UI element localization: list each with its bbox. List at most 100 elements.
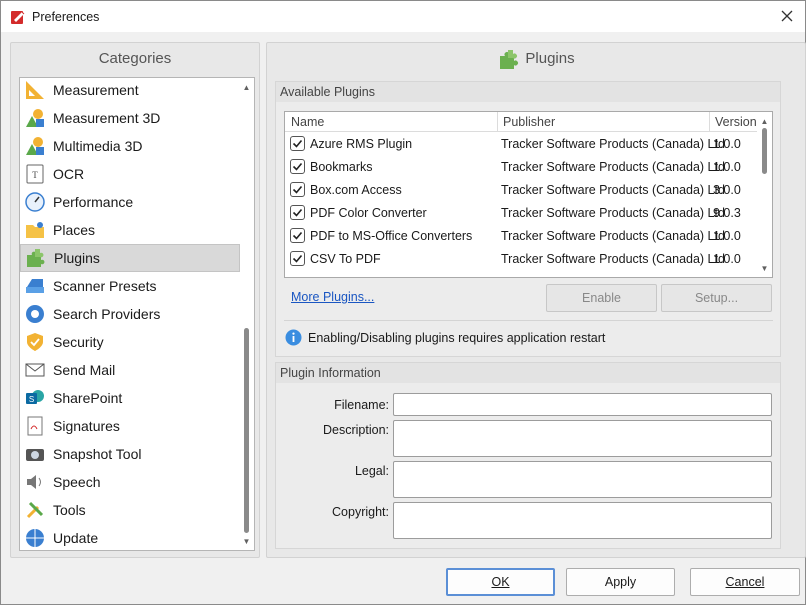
plugin-name: Azure RMS Plugin bbox=[310, 137, 413, 151]
multimedia-3d-icon bbox=[23, 134, 47, 158]
table-row[interactable]: Box.com Access Tracker Software Products … bbox=[285, 179, 758, 202]
scanner-icon bbox=[23, 274, 47, 298]
sidebar-item-update[interactable]: Update bbox=[20, 524, 240, 550]
sidebar-item-label: Scanner Presets bbox=[53, 278, 157, 294]
sidebar-item-tools[interactable]: Tools bbox=[20, 496, 240, 524]
envelope-icon bbox=[23, 358, 47, 382]
sidebar-item-label: Measurement 3D bbox=[53, 110, 161, 126]
table-row[interactable]: PDF Color Converter Tracker Software Prod… bbox=[285, 202, 758, 225]
categories-list[interactable]: ▲ ▼ Measurement Measurement 3D Multimedia … bbox=[19, 77, 255, 551]
ok-button[interactable]: OK bbox=[446, 568, 555, 596]
sidebar-item-label: SharePoint bbox=[53, 390, 123, 406]
plugins-header: Plugins bbox=[267, 43, 805, 74]
scroll-up-icon[interactable]: ▲ bbox=[757, 114, 772, 128]
check-icon bbox=[292, 254, 303, 263]
sidebar-item-label: Measurement bbox=[53, 82, 139, 98]
sidebar-item-label: Signatures bbox=[53, 418, 120, 434]
sharepoint-icon: S bbox=[23, 386, 47, 410]
sidebar-item-snapshot-tool[interactable]: Snapshot Tool bbox=[20, 440, 240, 468]
sidebar-item-measurement-3d[interactable]: Measurement 3D bbox=[20, 104, 240, 132]
plugin-enabled-checkbox[interactable] bbox=[290, 136, 305, 151]
measurement-3d-icon bbox=[23, 106, 47, 130]
column-publisher[interactable]: Publisher bbox=[503, 115, 555, 129]
folder-places-icon bbox=[23, 218, 47, 242]
plugin-information-title: Plugin Information bbox=[276, 363, 780, 383]
app-logo-icon bbox=[10, 9, 26, 25]
description-label: Description: bbox=[323, 423, 389, 437]
sidebar-item-plugins[interactable]: Plugins bbox=[20, 244, 240, 272]
scroll-down-icon[interactable]: ▼ bbox=[757, 261, 772, 275]
restart-notice: Enabling/Disabling plugins requires appl… bbox=[285, 329, 605, 346]
plugin-enabled-checkbox[interactable] bbox=[290, 251, 305, 266]
enable-button[interactable]: Enable bbox=[546, 284, 657, 312]
ok-button-label: OK bbox=[491, 575, 510, 589]
check-icon bbox=[292, 185, 303, 194]
sidebar-item-sharepoint[interactable]: S SharePoint bbox=[20, 384, 240, 412]
cancel-button-label: Cancel bbox=[725, 575, 765, 589]
plugin-publisher: Tracker Software Products (Canada) Ltd bbox=[501, 137, 725, 151]
plugin-publisher: Tracker Software Products (Canada) Ltd bbox=[501, 183, 725, 197]
sidebar-item-label: Search Providers bbox=[53, 306, 161, 322]
plugin-name: PDF to MS-Office Converters bbox=[310, 229, 473, 243]
legal-field[interactable] bbox=[393, 461, 772, 498]
plugin-enabled-checkbox[interactable] bbox=[290, 205, 305, 220]
plugin-enabled-checkbox[interactable] bbox=[290, 159, 305, 174]
filename-field[interactable] bbox=[393, 393, 772, 416]
setup-button[interactable]: Setup... bbox=[661, 284, 772, 312]
ocr-icon: T bbox=[23, 162, 47, 186]
sidebar-item-signatures[interactable]: Signatures bbox=[20, 412, 240, 440]
copyright-label: Copyright: bbox=[332, 505, 389, 519]
table-row[interactable]: PDF to MS-Office Converters Tracker Softw… bbox=[285, 225, 758, 248]
scroll-thumb[interactable] bbox=[244, 328, 249, 533]
scroll-up-icon[interactable]: ▲ bbox=[239, 80, 254, 94]
puzzle-icon bbox=[497, 47, 521, 71]
close-button[interactable] bbox=[777, 6, 797, 26]
plugin-enabled-checkbox[interactable] bbox=[290, 228, 305, 243]
puzzle-icon bbox=[24, 246, 48, 270]
sidebar-item-label: Security bbox=[53, 334, 104, 350]
close-icon bbox=[781, 10, 793, 22]
globe-search-icon bbox=[23, 302, 47, 326]
sidebar-item-search-providers[interactable]: Search Providers bbox=[20, 300, 240, 328]
plugin-version: 3.0.0 bbox=[713, 183, 741, 197]
scroll-thumb[interactable] bbox=[762, 128, 767, 174]
sidebar-item-scanner-presets[interactable]: Scanner Presets bbox=[20, 272, 240, 300]
plugins-list[interactable]: Name Publisher Version Azure RMS Plugin T… bbox=[284, 111, 773, 278]
sidebar-item-security[interactable]: Security bbox=[20, 328, 240, 356]
sidebar-item-places[interactable]: Places bbox=[20, 216, 240, 244]
categories-scrollbar[interactable]: ▲ ▼ bbox=[239, 78, 254, 550]
check-icon bbox=[292, 139, 303, 148]
sidebar-item-multimedia-3d[interactable]: Multimedia 3D bbox=[20, 132, 240, 160]
description-field[interactable] bbox=[393, 420, 772, 457]
table-row[interactable]: Azure RMS Plugin Tracker Software Product… bbox=[285, 133, 758, 156]
cancel-button[interactable]: Cancel bbox=[690, 568, 800, 596]
plugin-name: Box.com Access bbox=[310, 183, 402, 197]
sidebar-item-speech[interactable]: Speech bbox=[20, 468, 240, 496]
plugin-publisher: Tracker Software Products (Canada) Ltd bbox=[501, 160, 725, 174]
column-version[interactable]: Version bbox=[715, 115, 757, 129]
more-plugins-link[interactable]: More Plugins... bbox=[291, 290, 374, 304]
copyright-field[interactable] bbox=[393, 502, 772, 539]
window-title: Preferences bbox=[32, 9, 100, 24]
sidebar-item-label: Performance bbox=[53, 194, 134, 210]
categories-title: Categories bbox=[98, 50, 172, 67]
sidebar-item-ocr[interactable]: T OCR bbox=[20, 160, 240, 188]
sidebar-item-label: Multimedia 3D bbox=[53, 138, 143, 154]
table-row[interactable]: CSV To PDF Tracker Software Products (Can… bbox=[285, 248, 758, 271]
plugins-scrollbar[interactable]: ▲ ▼ bbox=[757, 112, 772, 277]
sidebar-item-send-mail[interactable]: Send Mail bbox=[20, 356, 240, 384]
scroll-down-icon[interactable]: ▼ bbox=[239, 534, 254, 548]
svg-text:S: S bbox=[29, 395, 34, 404]
apply-button[interactable]: Apply bbox=[566, 568, 675, 596]
table-row[interactable]: Bookmarks Tracker Software Products (Cana… bbox=[285, 156, 758, 179]
plugin-enabled-checkbox[interactable] bbox=[290, 182, 305, 197]
plugin-version: 1.0.0 bbox=[713, 160, 741, 174]
check-icon bbox=[292, 208, 303, 217]
legal-label: Legal: bbox=[354, 464, 389, 478]
check-icon bbox=[292, 162, 303, 171]
sidebar-item-performance[interactable]: Performance bbox=[20, 188, 240, 216]
sidebar-item-measurement[interactable]: Measurement bbox=[20, 78, 240, 104]
divider bbox=[284, 320, 773, 321]
svg-text:T: T bbox=[32, 170, 38, 180]
column-name[interactable]: Name bbox=[291, 115, 324, 129]
